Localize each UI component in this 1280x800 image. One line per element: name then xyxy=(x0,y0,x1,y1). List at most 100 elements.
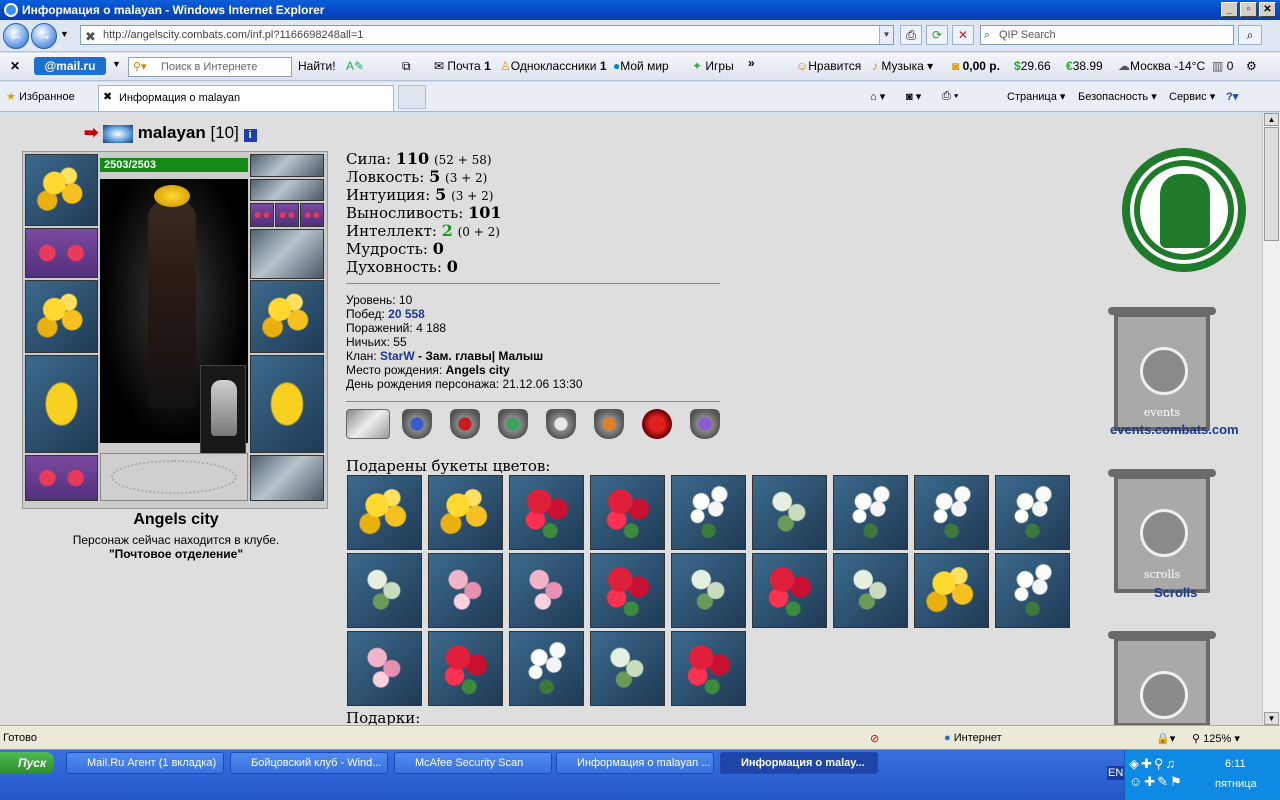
stop-icon[interactable]: ✕ xyxy=(952,25,974,45)
maximize-button[interactable]: ▫ xyxy=(1240,2,1257,17)
shield-blue-icon[interactable] xyxy=(402,409,432,439)
bouquet-item[interactable] xyxy=(509,631,584,706)
home-icon[interactable]: ⌂ ▾ xyxy=(870,90,885,103)
bouquet-item[interactable] xyxy=(347,631,422,706)
start-button[interactable]: Пуск xyxy=(0,752,54,774)
scrolls-banner[interactable]: scrolls xyxy=(1108,469,1216,593)
screenshot-icon[interactable]: ⧉ xyxy=(402,59,411,74)
address-dropdown-icon[interactable]: ▼ xyxy=(879,26,893,44)
bouquet-item[interactable] xyxy=(671,475,746,550)
ring1-slot[interactable] xyxy=(250,203,274,227)
events-link[interactable]: events.combats.com xyxy=(1110,422,1239,437)
bouquet-item[interactable] xyxy=(995,553,1070,628)
bouquet-item[interactable] xyxy=(833,553,908,628)
shield-green-icon[interactable] xyxy=(498,409,528,439)
third-banner[interactable] xyxy=(1108,631,1216,725)
task-info-1[interactable]: Информация о malayan ... xyxy=(556,752,714,774)
bouquet-item[interactable] xyxy=(914,553,989,628)
rings-badge-icon[interactable] xyxy=(346,409,390,439)
mail-link[interactable]: ✉ Почта 1 xyxy=(434,59,491,73)
compat-icon[interactable]: ⎙ xyxy=(900,25,922,45)
amulet-slot[interactable] xyxy=(250,179,324,201)
scrolls-link[interactable]: Scrolls xyxy=(1154,585,1197,600)
minimize-button[interactable]: _ xyxy=(1221,2,1238,17)
feeds-icon[interactable]: ◙ ▾ xyxy=(906,90,921,103)
armor-slot[interactable] xyxy=(25,355,98,453)
leggings-slot[interactable] xyxy=(250,355,324,453)
weapon-right-slot[interactable] xyxy=(250,280,324,353)
games-link[interactable]: ✦ Игры xyxy=(692,59,734,73)
internet-search-input[interactable]: ⚲▾ Поиск в Интернете xyxy=(128,57,292,77)
bouquet-item[interactable] xyxy=(509,475,584,550)
task-combats[interactable]: Бойцовский клуб - Wind... xyxy=(230,752,388,774)
refresh-icon[interactable]: ⟳ xyxy=(926,25,948,45)
tray-icons-row2[interactable]: ☺✚✎⚑ xyxy=(1129,774,1184,790)
character-name[interactable]: malayan xyxy=(138,123,206,142)
new-tab-button[interactable] xyxy=(398,85,426,109)
shield-orange-icon[interactable] xyxy=(594,409,624,439)
protected-mode-icon[interactable]: 🔒▾ xyxy=(1156,732,1175,745)
music-link[interactable]: ♪ Музыка ▾ xyxy=(872,59,933,73)
info-icon[interactable]: i xyxy=(243,129,257,142)
events-banner[interactable]: events xyxy=(1108,307,1216,431)
shield-purple-icon[interactable] xyxy=(690,409,720,439)
bouquet-item[interactable] xyxy=(347,553,422,628)
help-icon[interactable]: ?▾ xyxy=(1226,90,1238,103)
service-menu[interactable]: Сервис ▾ xyxy=(1169,90,1215,103)
bouquet-item[interactable] xyxy=(428,475,503,550)
pet-slot[interactable] xyxy=(200,365,246,455)
usd-rate[interactable]: $29.66 xyxy=(1014,59,1051,73)
ring3-slot[interactable] xyxy=(300,203,324,227)
tray-icons[interactable]: ◈✚⚲♫ xyxy=(1129,756,1177,772)
earrings-slot[interactable] xyxy=(250,154,324,177)
belt-slot[interactable] xyxy=(25,455,98,501)
task-mcafee[interactable]: McAfee Security Scan xyxy=(394,752,552,774)
bouquet-item[interactable] xyxy=(995,475,1070,550)
vertical-scrollbar[interactable]: ▲ ▼ xyxy=(1262,113,1280,725)
history-dropdown-icon[interactable]: ▼ xyxy=(60,29,69,39)
forward-button[interactable]: → xyxy=(31,23,57,49)
bouquet-item[interactable] xyxy=(428,631,503,706)
bouquet-item[interactable] xyxy=(752,475,827,550)
moymir-link[interactable]: ●Мой мир xyxy=(613,59,669,73)
task-mailru-agent[interactable]: Mail.Ru Агент (1 вкладка) xyxy=(66,752,224,774)
mailru-logo[interactable]: @mail.ru xyxy=(34,57,106,75)
odnoklassniki-link[interactable]: ♙Одноклассники 1 xyxy=(500,59,607,73)
bouquet-item[interactable] xyxy=(590,631,665,706)
language-indicator[interactable]: EN xyxy=(1107,766,1125,780)
popup-blocked-icon[interactable]: ⊘ xyxy=(870,732,879,745)
balance-link[interactable]: ◙ 0,00 р. xyxy=(952,59,1000,73)
bouquet-item[interactable] xyxy=(428,553,503,628)
bouquet-item[interactable] xyxy=(671,553,746,628)
qip-search-input[interactable]: ⌕ QIP Search xyxy=(980,25,1234,45)
print-icon[interactable]: ⎙ ▾ xyxy=(942,90,958,103)
find-button[interactable]: Найти! xyxy=(298,59,336,73)
bouquet-item[interactable] xyxy=(914,475,989,550)
bouquet-item[interactable] xyxy=(833,475,908,550)
page-menu[interactable]: Страница ▾ xyxy=(1007,90,1065,103)
bouquet-item[interactable] xyxy=(752,553,827,628)
weapon-left-slot[interactable] xyxy=(25,280,98,353)
shield-silver-icon[interactable] xyxy=(546,409,576,439)
task-info-2[interactable]: Информация о malay... xyxy=(720,752,878,774)
counter-link[interactable]: ▥ 0 xyxy=(1212,59,1233,73)
bouquet-item[interactable] xyxy=(347,475,422,550)
bouquet-item[interactable] xyxy=(590,475,665,550)
mailru-dropdown-icon[interactable]: ▼ xyxy=(112,59,121,69)
browser-tab[interactable]: ✖ Информация о malayan xyxy=(98,85,394,111)
more-chevron-icon[interactable]: » xyxy=(748,56,755,70)
eur-rate[interactable]: €38.99 xyxy=(1066,59,1103,73)
close-button[interactable]: ✕ xyxy=(1259,2,1276,17)
bouquet-item[interactable] xyxy=(671,631,746,706)
scroll-thumb[interactable] xyxy=(1264,127,1279,241)
gloves-slot[interactable] xyxy=(250,229,324,279)
weather-link[interactable]: ☁Москва -14°C xyxy=(1118,59,1205,73)
clan-link[interactable]: StarW xyxy=(380,349,415,363)
toolbar-close-icon[interactable]: ✕ xyxy=(10,59,20,73)
back-button[interactable]: ← xyxy=(3,23,29,49)
favorites-button[interactable]: ★ Избранное xyxy=(6,90,75,103)
address-input[interactable]: ✖ http://angelscity.combats.com/inf.pl?1… xyxy=(80,25,894,45)
search-go-icon[interactable]: ⌕ xyxy=(1238,25,1262,45)
scroll-down-icon[interactable]: ▼ xyxy=(1264,712,1279,725)
like-link[interactable]: ☺Нравится xyxy=(796,59,861,73)
